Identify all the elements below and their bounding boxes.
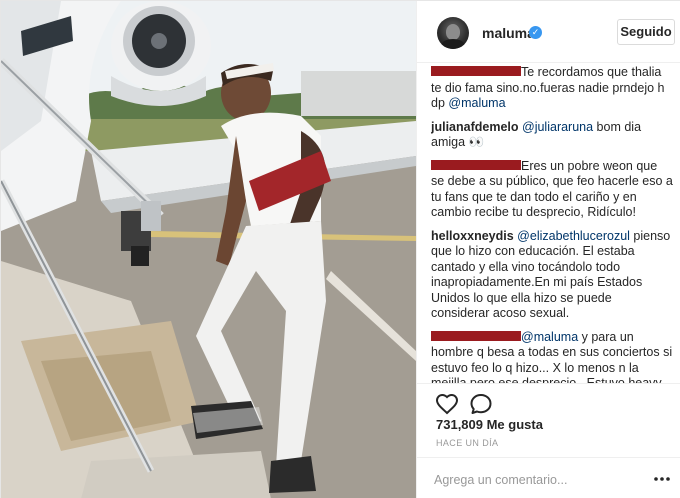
verified-badge-icon: ✓ xyxy=(529,26,542,39)
comment-item: @maluma y para un hombre q besa a todas … xyxy=(431,330,673,383)
avatar-body xyxy=(441,39,465,49)
post-header: maluma ✓ Seguido xyxy=(417,1,680,63)
comments-list: Te recordamos que thalia te dio fama sin… xyxy=(431,65,673,383)
post-timestamp[interactable]: HACE UN DÍA xyxy=(436,438,498,448)
post-photo[interactable] xyxy=(1,1,416,498)
redacted-username xyxy=(431,330,521,341)
avatar-face xyxy=(446,24,460,40)
redacted-username xyxy=(431,159,521,170)
comment-item: julianafdemelo @juliararuna bom dia amig… xyxy=(431,120,673,151)
comment-icon[interactable] xyxy=(469,392,493,416)
add-comment-section xyxy=(417,457,680,498)
comment-mention-link[interactable]: @maluma xyxy=(521,330,578,344)
comment-mention-link[interactable]: @elizabethlucerozul xyxy=(517,229,630,243)
photo-illustration xyxy=(1,1,416,498)
avatar[interactable] xyxy=(437,17,469,49)
heart-icon[interactable] xyxy=(435,392,459,416)
comment-item: Te recordamos que thalia te dio fama sin… xyxy=(431,65,673,112)
post-side-panel: maluma ✓ Seguido Te recordamos que thali… xyxy=(416,1,680,498)
username-link[interactable]: maluma xyxy=(482,25,535,41)
redacted-username xyxy=(431,66,521,76)
comment-username[interactable]: julianafdemelo xyxy=(431,120,519,134)
comment-mention-link[interactable]: @juliararuna xyxy=(522,120,593,134)
comment-item: Eres un pobre weon que se debe a su públ… xyxy=(431,159,673,221)
comment-mention-link[interactable]: @maluma xyxy=(448,96,505,110)
comment-item: helloxxneydis @elizabethlucerozul pienso… xyxy=(431,229,673,322)
likes-count[interactable]: 731,809 Me gusta xyxy=(436,417,543,432)
follow-button[interactable]: Seguido xyxy=(617,19,675,45)
instagram-post: maluma ✓ Seguido Te recordamos que thali… xyxy=(0,0,680,498)
comment-username[interactable]: helloxxneydis xyxy=(431,229,514,243)
more-options-icon[interactable] xyxy=(653,472,671,486)
comment-input[interactable] xyxy=(434,471,634,489)
